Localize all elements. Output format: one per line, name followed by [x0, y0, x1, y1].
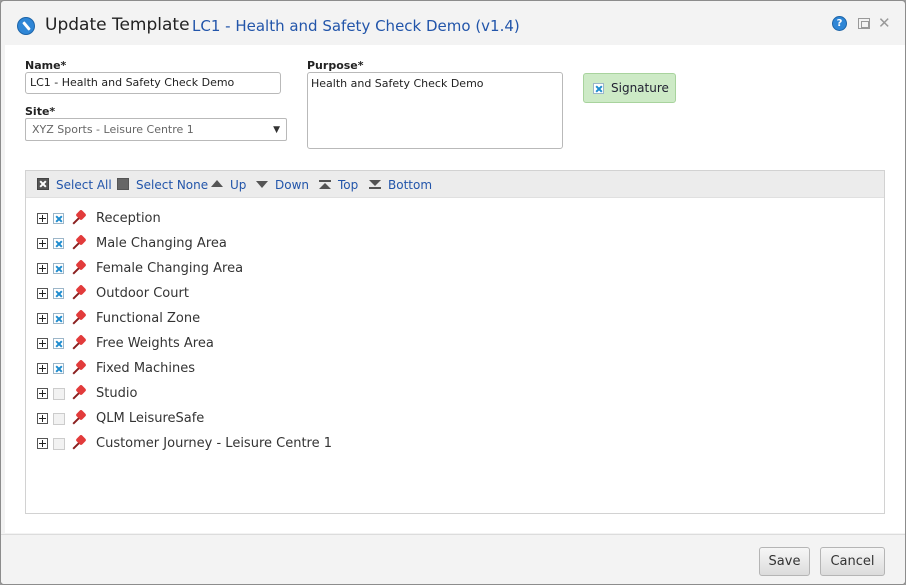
expand-icon[interactable] [37, 238, 48, 249]
expand-icon[interactable] [37, 263, 48, 274]
row-checkbox[interactable] [53, 363, 64, 374]
dialog-titlebar: Update Template LC1 - Health and Safety … [1, 1, 905, 49]
dialog-title: Update Template [45, 15, 190, 35]
select-none-icon[interactable] [117, 178, 129, 190]
dialog-subtitle: LC1 - Health and Safety Check Demo (v1.4… [192, 17, 520, 35]
maximize-icon[interactable] [858, 18, 870, 29]
save-button[interactable]: Save [759, 547, 810, 576]
tree-row[interactable]: Reception [26, 207, 884, 232]
update-template-dialog: Update Template LC1 - Health and Safety … [0, 0, 906, 585]
select-none-button[interactable]: Select None [136, 178, 208, 192]
pin-icon[interactable] [71, 209, 87, 226]
section-tree-panel: Select All Select None Up Down Top Botto… [25, 170, 885, 514]
move-up-icon[interactable] [211, 180, 223, 187]
tree-row-label: Reception [96, 211, 161, 226]
select-all-button[interactable]: Select All [56, 178, 112, 192]
close-icon[interactable]: ✕ [878, 14, 891, 32]
tree-row[interactable]: Female Changing Area [26, 257, 884, 282]
dropdown-arrow-icon: ▼ [273, 125, 280, 135]
cancel-button[interactable]: Cancel [820, 547, 885, 576]
tree-row-label: Outdoor Court [96, 286, 189, 301]
tree-toolbar: Select All Select None Up Down Top Botto… [26, 171, 884, 198]
signature-toggle[interactable]: Signature [583, 73, 676, 103]
signature-label: Signature [611, 81, 669, 95]
row-checkbox[interactable] [53, 288, 64, 299]
row-checkbox[interactable] [53, 238, 64, 249]
tree-row[interactable]: Free Weights Area [26, 332, 884, 357]
row-checkbox[interactable] [53, 338, 64, 349]
tree-row[interactable]: Outdoor Court [26, 282, 884, 307]
purpose-textarea[interactable]: Health and Safety Check Demo [307, 72, 563, 149]
tree-row-label: Customer Journey - Leisure Centre 1 [96, 436, 333, 451]
signature-checkbox[interactable] [593, 83, 604, 94]
purpose-label: Purpose* [307, 59, 364, 72]
pin-icon[interactable] [71, 359, 87, 376]
row-checkbox[interactable] [53, 388, 65, 400]
expand-icon[interactable] [37, 288, 48, 299]
move-top-button[interactable]: Top [338, 178, 358, 192]
row-checkbox[interactable] [53, 213, 64, 224]
row-checkbox[interactable] [53, 413, 65, 425]
pin-icon[interactable] [71, 334, 87, 351]
expand-icon[interactable] [37, 213, 48, 224]
tree-row[interactable]: Studio [26, 382, 884, 407]
expand-icon[interactable] [37, 338, 48, 349]
expand-icon[interactable] [37, 413, 48, 424]
dialog-content: Name* LC1 - Health and Safety Check Demo… [5, 45, 905, 533]
move-top-icon[interactable] [319, 180, 331, 189]
tree-row-label: Studio [96, 386, 138, 401]
dialog-footer: Save Cancel [1, 534, 905, 584]
pin-icon[interactable] [71, 384, 87, 401]
expand-icon[interactable] [37, 388, 48, 399]
row-checkbox[interactable] [53, 263, 64, 274]
expand-icon[interactable] [37, 363, 48, 374]
tree-row-label: Fixed Machines [96, 361, 196, 376]
row-checkbox[interactable] [53, 313, 64, 324]
pin-icon[interactable] [71, 409, 87, 426]
expand-icon[interactable] [37, 313, 48, 324]
select-all-icon[interactable] [37, 178, 49, 190]
tree-row-label: Female Changing Area [96, 261, 244, 276]
move-down-button[interactable]: Down [275, 178, 309, 192]
tree-row[interactable]: Customer Journey - Leisure Centre 1 [26, 432, 884, 457]
pin-icon[interactable] [71, 284, 87, 301]
expand-icon[interactable] [37, 438, 48, 449]
tree-row-label: Functional Zone [96, 311, 201, 326]
site-select[interactable]: XYZ Sports - Leisure Centre 1 ▼ [25, 118, 287, 141]
row-checkbox[interactable] [53, 438, 65, 450]
pin-icon[interactable] [71, 434, 87, 451]
tree-row[interactable]: Male Changing Area [26, 232, 884, 257]
move-bottom-button[interactable]: Bottom [388, 178, 432, 192]
tree-row[interactable]: Fixed Machines [26, 357, 884, 382]
app-logo-icon [17, 17, 35, 35]
site-select-value: XYZ Sports - Leisure Centre 1 [32, 123, 194, 136]
tree-row-label: Male Changing Area [96, 236, 227, 251]
move-bottom-icon[interactable] [369, 180, 381, 189]
name-label: Name* [25, 59, 67, 72]
tree-row[interactable]: Functional Zone [26, 307, 884, 332]
pin-icon[interactable] [71, 234, 87, 251]
tree-row-label: Free Weights Area [96, 336, 214, 351]
tree-row-label: QLM LeisureSafe [96, 411, 205, 426]
tree-row[interactable]: QLM LeisureSafe [26, 407, 884, 432]
pin-icon[interactable] [71, 309, 87, 326]
help-icon[interactable]: ? [832, 16, 847, 31]
move-up-button[interactable]: Up [230, 178, 246, 192]
pin-icon[interactable] [71, 259, 87, 276]
site-label: Site* [25, 105, 56, 118]
name-input[interactable]: LC1 - Health and Safety Check Demo [25, 72, 281, 94]
move-down-icon[interactable] [256, 181, 268, 188]
